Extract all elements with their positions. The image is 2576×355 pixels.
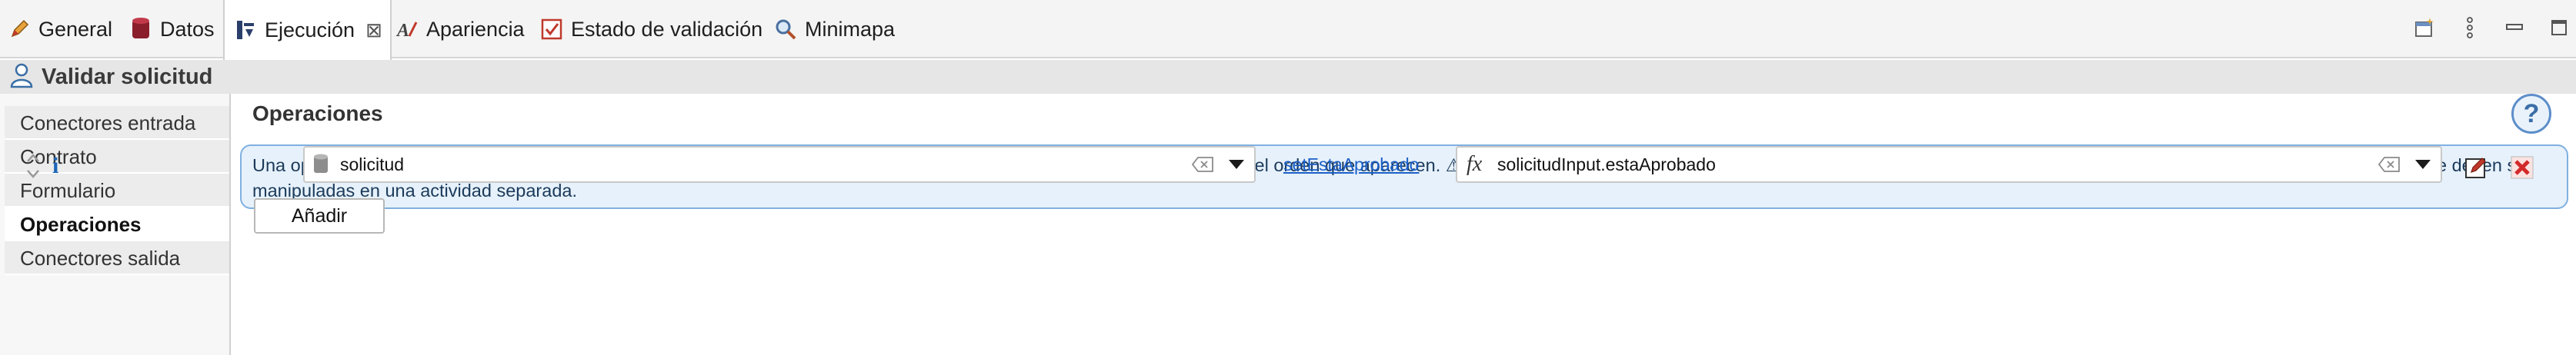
clear-icon[interactable] xyxy=(1190,154,1216,174)
user-task-icon xyxy=(9,62,34,92)
minimize-icon[interactable] xyxy=(2498,12,2531,43)
tab-label: Datos xyxy=(160,17,215,41)
tab-label: General xyxy=(38,17,113,41)
section-title: Validar solicitud xyxy=(42,64,213,89)
tab-apariencia[interactable]: A Apariencia xyxy=(394,6,525,52)
properties-sidebar: Conectores entrada Contrato Formulario O… xyxy=(0,94,231,355)
help-icon[interactable]: ? xyxy=(2511,94,2551,134)
appearance-icon: A xyxy=(394,16,420,42)
operation-info-icon[interactable]: i xyxy=(52,146,69,186)
tab-datos[interactable]: Datos xyxy=(128,6,215,52)
tab-minimapa[interactable]: Minimapa xyxy=(772,6,895,52)
operator-link[interactable]: setEstaAprobado xyxy=(1283,146,1419,183)
sidebar-item-operaciones[interactable]: Operaciones xyxy=(5,207,229,241)
svg-text:A: A xyxy=(395,21,409,41)
section-header: Validar solicitud xyxy=(0,60,2576,94)
tab-general[interactable]: General xyxy=(6,6,112,52)
expression-value: solicitudInput.estaAprobado xyxy=(1497,154,1716,174)
tab-label: Minimapa xyxy=(805,17,896,41)
pencil-icon xyxy=(6,16,32,42)
target-variable-value: solicitud xyxy=(340,154,405,174)
database-icon xyxy=(312,153,329,176)
execution-icon xyxy=(232,17,259,43)
target-variable-combo[interactable]: solicitud xyxy=(303,146,1256,183)
tab-estado-validacion[interactable]: Estado de validación xyxy=(539,6,762,52)
magnifier-icon xyxy=(772,16,799,42)
validation-check-icon xyxy=(539,16,565,42)
tab-ejecucion[interactable]: Ejecución ⊠ xyxy=(223,0,392,60)
tab-label: Ejecución xyxy=(265,18,355,41)
sidebar-item-conectores-salida[interactable]: Conectores salida xyxy=(5,241,229,275)
add-button[interactable]: Añadir xyxy=(254,198,385,234)
tab-label: Apariencia xyxy=(426,17,525,41)
expression-fx-icon: fx xyxy=(1467,152,1483,176)
tab-label: Estado de validación xyxy=(571,17,763,41)
delete-icon[interactable] xyxy=(2510,155,2534,180)
sidebar-item-conectores-entrada[interactable]: Conectores entrada xyxy=(5,106,229,140)
page-title: Operaciones xyxy=(252,101,383,125)
edit-expression-icon[interactable] xyxy=(2464,155,2488,180)
chevron-down-icon[interactable] xyxy=(1226,154,1246,174)
clear-icon[interactable] xyxy=(2376,154,2402,174)
expression-combo[interactable]: fx solicitudInput.estaAprobado xyxy=(1456,146,2442,183)
view-menu-icon[interactable] xyxy=(2453,12,2487,43)
maximize-icon[interactable] xyxy=(2542,12,2576,43)
new-view-icon[interactable] xyxy=(2408,12,2442,43)
view-toolbar xyxy=(2397,11,2576,45)
operation-row: i solicitud setEstaAprobado fx solicitud… xyxy=(23,146,2534,186)
close-icon[interactable]: ⊠ xyxy=(365,18,382,42)
operations-panel: Operaciones ? Una operación actualiza el… xyxy=(231,94,2576,355)
chevron-down-icon[interactable] xyxy=(2413,154,2433,174)
editor-tab-bar: General Datos Ejecución ⊠ A Apariencia E… xyxy=(0,0,2576,60)
database-icon xyxy=(128,16,154,42)
reorder-stepper-icon[interactable] xyxy=(25,148,42,184)
